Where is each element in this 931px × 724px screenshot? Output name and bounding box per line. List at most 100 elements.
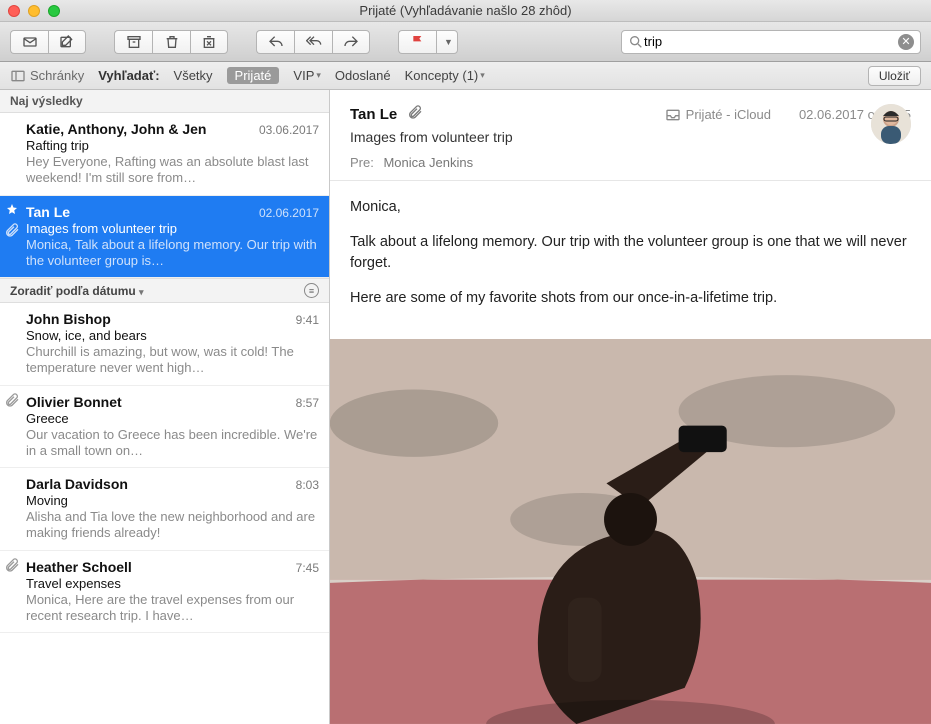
message-preview: Churchill is amazing, but wow, was it co… — [26, 344, 319, 377]
message-subject: Rafting trip — [26, 138, 319, 153]
message-header: Tan Le Prijaté - iCloud 02.06.2017 o 15:… — [330, 90, 931, 181]
envelope-icon — [22, 34, 38, 50]
sidebar-icon — [10, 68, 26, 84]
message-date: 7:45 — [296, 561, 319, 575]
star-icon — [6, 202, 18, 220]
scope-all[interactable]: Všetky — [174, 68, 213, 83]
chevron-down-icon: ▼ — [441, 37, 453, 47]
search-field[interactable]: ✕ — [621, 30, 921, 54]
archive-button[interactable] — [114, 30, 152, 54]
flag-menu-button[interactable]: ▼ — [436, 30, 458, 54]
message-preview: Monica, Here are the travel expenses fro… — [26, 592, 319, 625]
header-subject: Images from volunteer trip — [350, 129, 911, 145]
attachment-icon — [4, 222, 20, 243]
header-folder[interactable]: Prijaté - iCloud — [665, 107, 771, 123]
forward-icon — [343, 34, 359, 50]
get-mail-button[interactable] — [10, 30, 48, 54]
minimize-window-button[interactable] — [28, 5, 40, 17]
message-subject: Snow, ice, and bears — [26, 328, 319, 343]
message-preview: Hey Everyone, Rafting was an absolute bl… — [26, 154, 319, 187]
filter-icon[interactable]: ≡ — [304, 283, 319, 298]
junk-button[interactable] — [190, 30, 228, 54]
search-input[interactable] — [644, 34, 898, 49]
message-from: Darla Davidson — [26, 476, 128, 492]
message-preview: Alisha and Tia love the new neighborhood… — [26, 509, 319, 542]
toolbar: ▼ ✕ — [0, 22, 931, 62]
scope-drafts[interactable]: Koncepty (1)▾ — [405, 68, 485, 83]
search-scope-label: Vyhľadať: — [98, 68, 159, 83]
delete-button[interactable] — [152, 30, 190, 54]
body-paragraph: Here are some of my favorite shots from … — [350, 288, 911, 309]
message-body: Monica, Talk about a lifelong memory. Ou… — [330, 181, 931, 339]
message-from: Tan Le — [26, 204, 70, 220]
attachment-icon — [4, 557, 20, 578]
main-split: Naj výsledky Katie, Anthony, John & Jen 0… — [0, 90, 931, 724]
body-paragraph: Talk about a lifelong memory. Our trip w… — [350, 232, 911, 274]
trash-icon — [164, 34, 180, 50]
flag-icon — [410, 34, 426, 50]
message-subject: Images from volunteer trip — [26, 221, 319, 236]
message-date: 02.06.2017 — [259, 206, 319, 220]
message-from: Katie, Anthony, John & Jen — [26, 121, 206, 137]
close-window-button[interactable] — [8, 5, 20, 17]
clear-search-button[interactable]: ✕ — [898, 34, 914, 50]
sort-header[interactable]: Zoradiť podľa dátumu ▾ ≡ — [0, 278, 329, 303]
message-date: 8:03 — [296, 478, 319, 492]
forward-button[interactable] — [332, 30, 370, 54]
message-item[interactable]: Tan Le 02.06.2017Images from volunteer tr… — [0, 196, 329, 279]
message-item[interactable]: Heather Schoell 7:45Travel expensesMonica… — [0, 551, 329, 634]
message-from: Heather Schoell — [26, 559, 132, 575]
scope-sent[interactable]: Odoslané — [335, 68, 391, 83]
reading-pane: Tan Le Prijaté - iCloud 02.06.2017 o 15:… — [330, 90, 931, 724]
attachment-image[interactable] — [330, 339, 931, 724]
message-item[interactable]: Katie, Anthony, John & Jen 03.06.2017Raft… — [0, 113, 329, 196]
message-from: Olivier Bonnet — [26, 394, 122, 410]
message-date: 03.06.2017 — [259, 123, 319, 137]
chevron-down-icon: ▾ — [139, 287, 144, 297]
header-sender: Tan Le — [350, 106, 397, 123]
message-from: John Bishop — [26, 311, 111, 327]
search-icon — [628, 34, 644, 50]
compose-icon — [59, 34, 75, 50]
flag-button[interactable] — [398, 30, 436, 54]
header-to-value: Monica Jenkins — [383, 155, 473, 170]
chevron-down-icon: ▾ — [316, 70, 321, 81]
mailboxes-label: Schránky — [30, 68, 84, 83]
message-subject: Travel expenses — [26, 576, 319, 591]
compose-button[interactable] — [48, 30, 86, 54]
reply-button[interactable] — [256, 30, 294, 54]
favorites-bar: Schránky Vyhľadať: Všetky Prijaté VIP▾ O… — [0, 62, 931, 90]
body-paragraph: Monica, — [350, 197, 911, 218]
zoom-window-button[interactable] — [48, 5, 60, 17]
inbox-icon — [665, 107, 681, 123]
message-subject: Greece — [26, 411, 319, 426]
save-search-button[interactable]: Uložiť — [868, 66, 921, 86]
titlebar: Prijaté (Vyhľadávanie našlo 28 zhôd) — [0, 0, 931, 22]
archive-icon — [126, 34, 142, 50]
message-date: 9:41 — [296, 313, 319, 327]
message-preview: Our vacation to Greece has been incredib… — [26, 427, 319, 460]
message-subject: Moving — [26, 493, 319, 508]
message-preview: Monica, Talk about a lifelong memory. Ou… — [26, 237, 319, 270]
scope-vip[interactable]: VIP▾ — [293, 68, 321, 83]
junk-icon — [201, 34, 217, 50]
message-item[interactable]: Darla Davidson 8:03MovingAlisha and Tia l… — [0, 468, 329, 551]
reply-icon — [268, 34, 284, 50]
reply-all-button[interactable] — [294, 30, 332, 54]
reply-all-icon — [306, 34, 322, 50]
window-title: Prijaté (Vyhľadávanie našlo 28 zhôd) — [0, 3, 931, 18]
chevron-down-icon: ▾ — [480, 70, 485, 81]
window-controls — [8, 5, 60, 17]
message-date: 8:57 — [296, 396, 319, 410]
header-to: Pre: Monica Jenkins — [350, 155, 911, 170]
attachment-icon — [4, 392, 20, 413]
sort-label: Zoradiť podľa dátumu — [10, 284, 136, 298]
top-results-header: Naj výsledky — [0, 90, 329, 113]
mailboxes-toggle[interactable]: Schránky — [10, 68, 84, 84]
attachment-icon — [407, 104, 423, 125]
message-list-pane: Naj výsledky Katie, Anthony, John & Jen 0… — [0, 90, 330, 724]
scope-inbox[interactable]: Prijaté — [227, 67, 280, 84]
message-item[interactable]: John Bishop 9:41Snow, ice, and bearsChurc… — [0, 303, 329, 386]
sender-avatar[interactable] — [871, 104, 911, 144]
message-item[interactable]: Olivier Bonnet 8:57GreeceOur vacation to … — [0, 386, 329, 469]
